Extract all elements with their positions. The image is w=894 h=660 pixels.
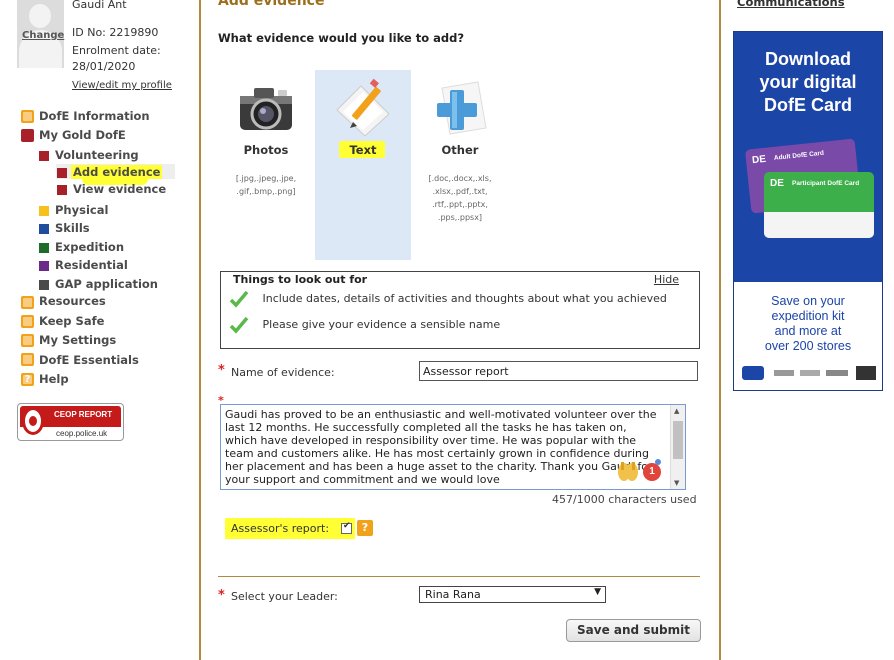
folder-icon xyxy=(21,296,34,309)
required-mark: * xyxy=(218,363,225,378)
partner-logos xyxy=(742,366,876,380)
settings-icon xyxy=(21,334,34,347)
nav-resources[interactable]: Resources xyxy=(39,294,106,308)
grammar-count-badge[interactable]: 1 xyxy=(643,463,661,481)
keep-safe-icon xyxy=(21,315,34,328)
gap-application-icon xyxy=(39,280,49,290)
nav-expedition[interactable]: Expedition xyxy=(55,240,124,254)
dofe-card-advert[interactable]: Download your digital DofE Card DE Adult… xyxy=(733,31,883,391)
right-divider xyxy=(719,0,721,660)
save-and-submit-button[interactable]: Save and submit xyxy=(566,619,701,642)
leader-selected-value: Rina Rana xyxy=(425,588,481,601)
add-file-icon xyxy=(437,81,487,135)
checkmark-icon xyxy=(229,290,249,308)
photos-label: Photos xyxy=(243,143,289,157)
profile-name: Gaudi Ant xyxy=(72,0,127,11)
sidebar: Change Gaudi Ant ID No: 2219890 Enrolmen… xyxy=(0,0,200,660)
nav-view-evidence[interactable]: View evidence xyxy=(73,182,166,196)
other-label: Other xyxy=(441,143,479,157)
text-label: Text xyxy=(349,143,377,157)
left-divider xyxy=(199,0,201,660)
scroll-thumb[interactable] xyxy=(673,421,683,459)
add-evidence-icon xyxy=(57,168,67,178)
change-avatar-link[interactable]: Change xyxy=(22,30,64,41)
dropdown-arrow-icon: ▼ xyxy=(594,587,601,597)
evidence-type-photos[interactable]: Photos [.jpg,.jpeg,.jpe, .gif,.bmp,.png] xyxy=(218,70,314,260)
expedition-icon xyxy=(39,243,49,253)
textarea-scrollbar[interactable]: ▲ ▼ xyxy=(670,405,685,489)
name-of-evidence-label: Name of evidence: xyxy=(231,366,335,379)
advert-banner: Download your digital DofE Card DE Adult… xyxy=(734,32,882,282)
info-icon xyxy=(21,110,34,123)
view-evidence-icon xyxy=(57,185,67,195)
evidence-text: Gaudi has proved to be an enthusiastic a… xyxy=(225,408,657,486)
physical-icon xyxy=(39,206,49,216)
advert-headline: Download your digital DofE Card xyxy=(759,49,857,115)
ceop-eye-icon xyxy=(22,407,44,435)
assessor-help-icon[interactable]: ? xyxy=(357,520,373,536)
nav-keep-safe[interactable]: Keep Safe xyxy=(39,314,104,328)
assessor-report-label: Assessor's report: xyxy=(231,522,330,535)
nav-gap-application[interactable]: GAP application xyxy=(55,277,158,291)
tip-item: Please give your evidence a sensible nam… xyxy=(229,316,500,334)
nav-my-settings[interactable]: My Settings xyxy=(39,333,116,347)
tip-item: Include dates, details of activities and… xyxy=(229,290,667,308)
checkmark-icon xyxy=(229,316,249,334)
volunteering-icon xyxy=(39,151,49,161)
character-count: 457/1000 characters used xyxy=(552,493,697,506)
required-mark: * xyxy=(218,588,225,603)
assessor-report-checkbox[interactable] xyxy=(341,521,352,534)
view-edit-profile-link[interactable]: View/edit my profile xyxy=(72,80,172,91)
profile-id: ID No: 2219890 xyxy=(72,26,159,39)
ceop-title: CEOP REPORT xyxy=(54,410,113,419)
tips-box: Things to look out for Hide Include date… xyxy=(220,271,700,349)
photos-file-types: [.jpg,.jpeg,.jpe, .gif,.bmp,.png] xyxy=(235,174,297,196)
nav-residential[interactable]: Residential xyxy=(55,258,128,272)
select-leader-label: Select your Leader: xyxy=(231,590,338,603)
name-of-evidence-input[interactable] xyxy=(419,361,698,381)
section-divider xyxy=(218,576,700,577)
tips-title: Things to look out for xyxy=(233,273,368,286)
nav-dofe-essentials[interactable]: DofE Essentials xyxy=(39,353,139,367)
essentials-icon xyxy=(21,353,34,366)
evidence-type-other[interactable]: Other [.doc,.docx,.xls, .xlsx,.pdf,.txt,… xyxy=(412,70,508,260)
notification-dot xyxy=(655,459,661,465)
ceop-report-badge[interactable]: CEOP REPORT ceop.police.uk xyxy=(17,403,124,441)
skills-icon xyxy=(39,224,49,234)
advert-footer-text: Save on your expedition kit and more at … xyxy=(764,294,852,353)
nav-skills[interactable]: Skills xyxy=(55,221,90,235)
ceop-url: ceop.police.uk xyxy=(56,429,108,438)
scroll-up-icon[interactable]: ▲ xyxy=(674,407,679,415)
nav-physical[interactable]: Physical xyxy=(55,203,108,217)
evidence-type-text[interactable]: Text xyxy=(315,70,411,260)
enrolment-date: 28/01/2020 xyxy=(72,60,136,73)
participant-card-image: DE Participant DofE Card xyxy=(764,172,874,238)
other-file-types: [.doc,.docx,.xls, .xlsx,.pdf,.txt, .rtf,… xyxy=(428,174,492,222)
scroll-down-icon[interactable]: ▼ xyxy=(674,479,679,487)
enrolment-label: Enrolment date: xyxy=(72,44,161,57)
help-icon: ? xyxy=(21,373,34,386)
nav-help[interactable]: Help xyxy=(39,372,69,386)
page-title: Add evidence xyxy=(218,0,325,9)
evidence-question: What evidence would you like to add? xyxy=(218,31,465,45)
tips-hide-link[interactable]: Hide xyxy=(654,273,679,286)
pencil-paper-icon xyxy=(336,78,390,137)
leader-select[interactable]: Rina Rana ▼ xyxy=(419,586,606,603)
nav-my-gold-dofe[interactable]: My Gold DofE xyxy=(39,128,126,142)
nav-volunteering[interactable]: Volunteering xyxy=(55,148,139,162)
nav-dofe-information[interactable]: DofE Information xyxy=(39,109,150,123)
camera-icon xyxy=(240,88,292,130)
communications-link[interactable]: Communications xyxy=(737,0,845,9)
gold-dofe-icon xyxy=(21,129,34,142)
residential-icon xyxy=(39,261,49,271)
